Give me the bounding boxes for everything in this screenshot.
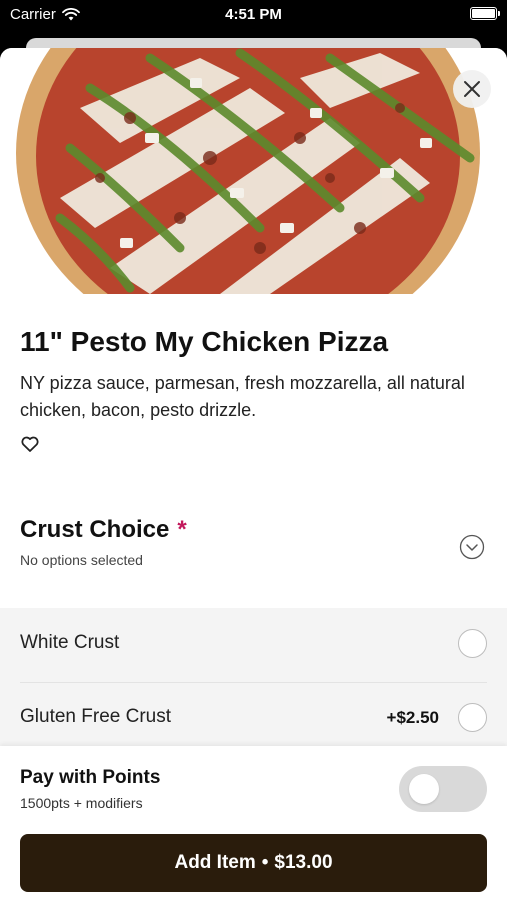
required-indicator: * — [177, 516, 187, 543]
pay-with-points-subtitle: 1500pts + modifiers — [20, 795, 143, 811]
status-time: 4:51 PM — [225, 6, 282, 23]
battery-icon — [470, 7, 500, 20]
close-button[interactable] — [453, 70, 491, 108]
crust-choice-subtitle: No options selected — [20, 552, 143, 568]
crust-choice-header[interactable]: Crust Choice * No options selected — [20, 516, 487, 568]
crust-choice-title: Crust Choice * — [20, 516, 187, 543]
chevron-down-icon[interactable] — [459, 534, 485, 560]
product-description: NY pizza sauce, parmesan, fresh mozzarel… — [20, 373, 465, 420]
heart-icon[interactable] — [20, 434, 40, 454]
add-item-separator: • — [261, 852, 269, 873]
option-label: White Crust — [20, 632, 120, 653]
close-icon — [464, 81, 480, 97]
pizza-illustration — [0, 48, 507, 294]
product-title: 11" Pesto My Chicken Pizza — [20, 326, 389, 357]
radio-button[interactable] — [458, 629, 487, 658]
status-bar: Carrier 4:51 PM — [0, 0, 507, 30]
toggle-knob — [409, 774, 439, 804]
crust-options-list: White Crust Gluten Free Crust +$2.50 — [0, 608, 507, 748]
option-label: Gluten Free Crust — [20, 706, 171, 727]
option-price: +$2.50 — [386, 708, 439, 727]
option-gluten-free-crust[interactable]: Gluten Free Crust +$2.50 — [0, 682, 507, 756]
item-detail-sheet: 11" Pesto My Chicken Pizza NY pizza sauc… — [0, 48, 507, 900]
add-item-price: $13.00 — [274, 852, 333, 873]
radio-button[interactable] — [458, 703, 487, 732]
pay-with-points-title: Pay with Points — [20, 767, 161, 788]
add-item-label: Add Item — [174, 852, 256, 873]
option-white-crust[interactable]: White Crust — [0, 608, 507, 683]
add-item-button[interactable]: Add Item • $13.00 — [20, 834, 487, 892]
pay-with-points-toggle[interactable] — [399, 766, 487, 812]
product-image — [0, 48, 507, 294]
checkout-panel: Pay with Points 1500pts + modifiers Add … — [0, 746, 507, 900]
